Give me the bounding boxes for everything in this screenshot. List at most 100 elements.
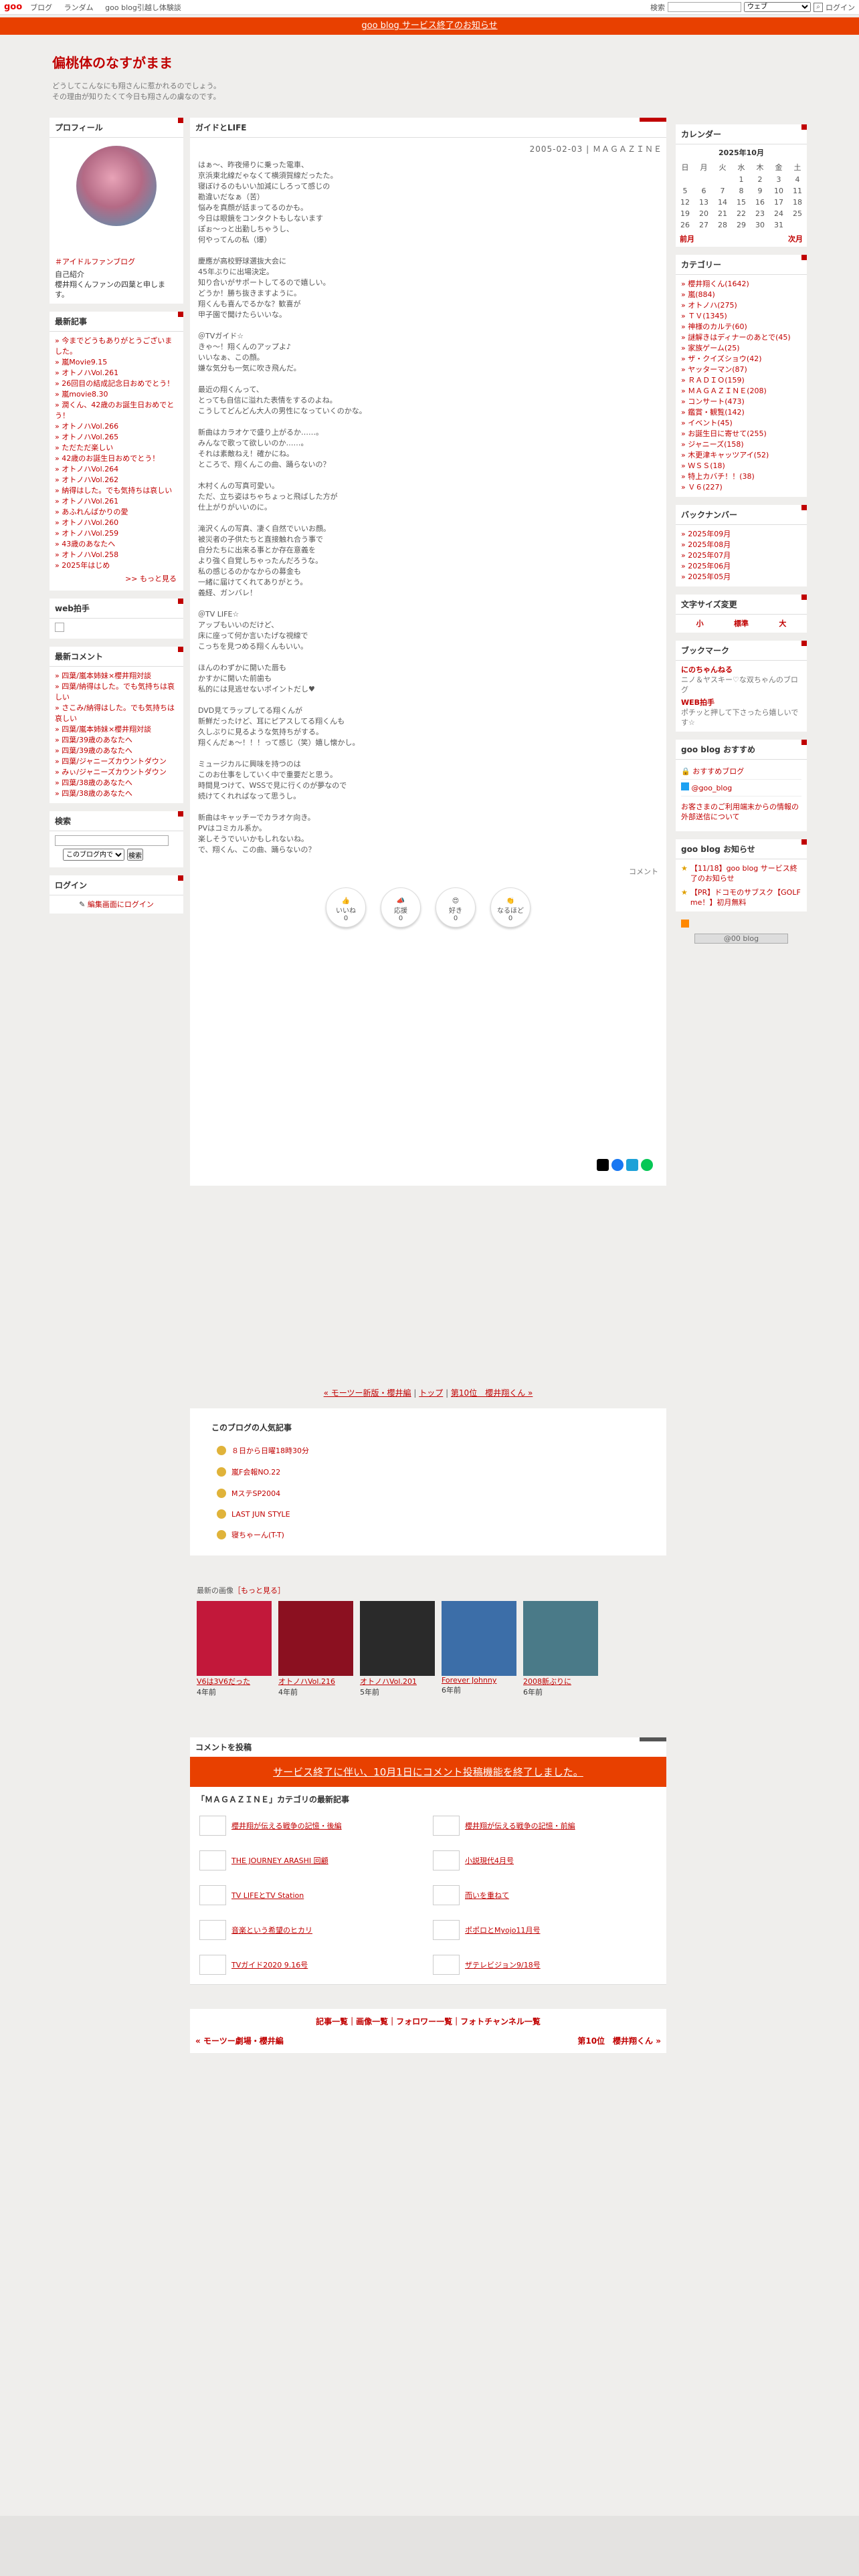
category-article[interactable]: TVガイド2020 9.16号 xyxy=(199,1955,423,1975)
category-article-label[interactable]: TVガイド2020 9.16号 xyxy=(231,1959,308,1970)
profile-tag[interactable]: ＃アイドルファンブログ xyxy=(55,257,178,267)
recent-comment-item[interactable]: 四葉/納得はした。でも気持ちは哀しい xyxy=(55,681,178,703)
category-article-label[interactable]: 櫻井翔が伝える戦争の記憶・前編 xyxy=(465,1820,575,1831)
calendar-day[interactable]: 6 xyxy=(694,185,713,197)
calendar-day[interactable]: 11 xyxy=(788,185,807,197)
image-label[interactable]: Forever Johnny xyxy=(442,1676,516,1685)
goo-blog-badge[interactable]: @00 blog xyxy=(694,934,788,944)
calendar-day[interactable]: 24 xyxy=(769,208,788,219)
recent-post-item[interactable]: あふれんばかりの愛 xyxy=(55,507,178,518)
category-item[interactable]: ヤッターマン(87) xyxy=(681,364,801,375)
popular-item-label[interactable]: LAST JUN STYLE xyxy=(231,1510,290,1519)
recent-comment-item[interactable]: 四葉/嵐本姉妹×櫻井翔対談 xyxy=(55,724,178,735)
category-article[interactable]: 櫻井翔が伝える戦争の記憶・後編 xyxy=(199,1816,423,1836)
category-item[interactable]: 神様のカルテ(60) xyxy=(681,322,801,332)
comment-closed-banner[interactable]: サービス終了に伴い、10月1日にコメント投稿機能を終了しました。 xyxy=(190,1757,666,1787)
recent-comment-item[interactable]: 四葉/嵐本姉妹×櫻井翔対談 xyxy=(55,671,178,681)
line-share-icon[interactable] xyxy=(641,1159,653,1171)
recommend-blog-link[interactable]: おすすめブログ xyxy=(692,767,744,776)
calendar-day[interactable]: 18 xyxy=(788,197,807,208)
calendar-day[interactable]: 14 xyxy=(713,197,732,208)
category-item[interactable]: お誕生日に寄せて(255) xyxy=(681,429,801,439)
category-item[interactable]: ＲＡＤＩＯ(159) xyxy=(681,375,801,386)
recent-post-item[interactable]: 納得はした。でも気持ちは哀しい xyxy=(55,486,178,496)
popular-item[interactable]: 寝ちゃーん(T-T) xyxy=(190,1524,666,1545)
category-item[interactable]: イベント(45) xyxy=(681,418,801,429)
category-article-label[interactable]: THE JOURNEY ARASHI 回顧 xyxy=(231,1855,328,1866)
category-item[interactable]: オトノハ(275) xyxy=(681,300,801,311)
calendar-day[interactable]: 8 xyxy=(732,185,751,197)
image-label[interactable]: オトノハVol.201 xyxy=(360,1676,435,1687)
backnumber-item[interactable]: 2025年05月 xyxy=(681,572,801,582)
category-article[interactable]: 櫻井翔が伝える戦争の記憶・前編 xyxy=(433,1816,657,1836)
category-item[interactable]: 嵐(884) xyxy=(681,290,801,300)
x-share-icon[interactable] xyxy=(597,1159,609,1171)
calendar-day[interactable]: 2 xyxy=(751,174,769,185)
image-thumb[interactable] xyxy=(278,1601,353,1676)
webclap-image-icon[interactable] xyxy=(55,623,64,632)
bookmark-1-name[interactable]: にのちゃんねる xyxy=(681,665,801,675)
recent-post-item[interactable]: 26回目の結成記念日おめでとう！ xyxy=(55,379,178,389)
font-medium[interactable]: 標準 xyxy=(734,619,749,629)
recent-post-item[interactable]: 43歳のあなたへ xyxy=(55,539,178,550)
info-1[interactable]: 【11/18】goo blog サービス終了のお知らせ xyxy=(690,863,801,883)
category-item[interactable]: ジャニーズ(158) xyxy=(681,439,801,450)
recent-post-item[interactable]: オトノハVol.264 xyxy=(55,464,178,475)
calendar-day[interactable]: 25 xyxy=(788,208,807,219)
recent-post-item[interactable]: オトノハVol.266 xyxy=(55,421,178,432)
category-article[interactable]: 小説現代4月号 xyxy=(433,1850,657,1870)
category-article[interactable]: THE JOURNEY ARASHI 回顧 xyxy=(199,1850,423,1870)
article-date[interactable]: 2005-02-03 | ＭＡＧＡＺＩＮＥ xyxy=(190,138,666,160)
category-article[interactable]: 而いを重ねて xyxy=(433,1885,657,1905)
nav-blog[interactable]: ブログ xyxy=(30,3,52,12)
recent-comment-item[interactable]: 四葉/ジャニーズカウントダウン xyxy=(55,756,178,767)
next-article-link[interactable]: 第10位 櫻井翔くん » xyxy=(451,1388,533,1398)
edit-login-link[interactable]: 編集画面にログイン xyxy=(88,900,154,909)
service-end-banner[interactable]: goo blog サービス終了のお知らせ xyxy=(0,17,859,35)
calendar-day[interactable]: 10 xyxy=(769,185,788,197)
search-icon[interactable]: ⌕ xyxy=(814,2,823,12)
popular-item-label[interactable]: 寝ちゃーん(T-T) xyxy=(231,1529,284,1540)
category-item[interactable]: 鑑賞・観覧(142) xyxy=(681,407,801,418)
rss-icon[interactable] xyxy=(681,920,689,928)
calendar-next[interactable]: 次月 xyxy=(788,233,803,244)
calendar-day[interactable]: 26 xyxy=(676,219,694,231)
category-article-label[interactable]: 櫻井翔が伝える戦争の記憶・後編 xyxy=(231,1820,342,1831)
profile-avatar[interactable] xyxy=(76,146,157,226)
calendar-day[interactable]: 16 xyxy=(751,197,769,208)
category-item[interactable]: ＷＳＳ(18) xyxy=(681,461,801,471)
reaction-button[interactable]: 👏 なるほど 0 xyxy=(490,887,531,928)
category-item[interactable]: Ｖ６(227) xyxy=(681,482,801,493)
image-label[interactable]: 2008新ぶりに xyxy=(523,1676,598,1687)
more-posts-link[interactable]: >> もっと見る xyxy=(55,571,178,586)
reaction-button[interactable]: 👍 いいね 0 xyxy=(326,887,366,928)
calendar-day[interactable]: 23 xyxy=(751,208,769,219)
recent-post-item[interactable]: オトノハVol.260 xyxy=(55,518,178,528)
backnumber-item[interactable]: 2025年08月 xyxy=(681,540,801,550)
recent-comment-item[interactable]: 四葉/38歳のあなたへ xyxy=(55,788,178,799)
goo-twitter-link[interactable]: @goo_blog xyxy=(692,784,733,792)
recent-post-item[interactable]: オトノハVol.265 xyxy=(55,432,178,443)
recent-post-item[interactable]: オトノハVol.258 xyxy=(55,550,178,560)
recent-comment-item[interactable]: さこみ/納得はした。でも気持ちは哀しい xyxy=(55,703,178,724)
footer-next[interactable]: 第10位 櫻井翔くん » xyxy=(577,2035,661,2046)
recent-comment-item[interactable]: みぃ/ジャニーズカウントダウン xyxy=(55,767,178,778)
font-large[interactable]: 大 xyxy=(779,619,786,629)
font-small[interactable]: 小 xyxy=(696,619,704,629)
category-article-label[interactable]: ザテレビジョン9/18号 xyxy=(465,1959,541,1970)
calendar-day[interactable]: 19 xyxy=(676,208,694,219)
calendar-day[interactable]: 1 xyxy=(732,174,751,185)
blog-title[interactable]: 偏桃体のなすがまま xyxy=(52,52,221,72)
category-item[interactable]: 謎解きはディナーのあとで(45) xyxy=(681,332,801,343)
category-item[interactable]: 家族ゲーム(25) xyxy=(681,343,801,354)
reaction-button[interactable]: 😍 好き 0 xyxy=(436,887,476,928)
recent-post-item[interactable]: 嵐Movie9.15 xyxy=(55,357,178,368)
hatena-share-icon[interactable] xyxy=(626,1159,638,1171)
nav-migration[interactable]: goo blog引越し体験談 xyxy=(105,3,181,12)
recent-post-item[interactable]: オトノハVol.261 xyxy=(55,496,178,507)
goo-logo[interactable]: goo xyxy=(4,2,22,12)
recent-comment-item[interactable]: 四葉/39歳のあなたへ xyxy=(55,746,178,756)
calendar-day[interactable]: 29 xyxy=(732,219,751,231)
calendar-prev[interactable]: 前月 xyxy=(680,233,694,244)
category-article-label[interactable]: TV LIFEとTV Station xyxy=(231,1890,304,1901)
